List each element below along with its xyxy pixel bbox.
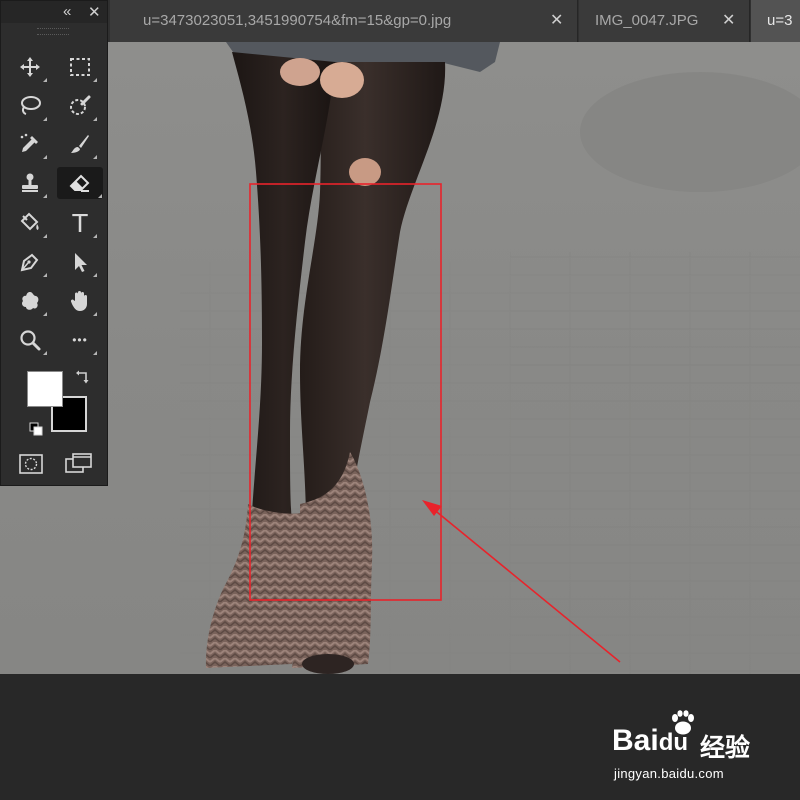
document-tab-bar: u=3473023051,3451990754&fm=15&gp=0.jpg ✕… [0,0,800,42]
tab-document-3[interactable]: u=3 [751,0,800,42]
marquee-icon [70,58,90,76]
close-icon[interactable]: ✕ [550,0,563,42]
tab-label: IMG_0047.JPG [595,12,699,29]
annotation-arrow-line [431,507,621,663]
pen-icon [20,253,39,272]
foreground-color-swatch[interactable] [27,371,63,407]
close-icon[interactable]: ✕ [88,3,101,21]
type-icon: T [72,208,88,238]
baidu-jingyan-watermark: Baidu 经验 jingyan.baidu.com [612,710,762,785]
paint-bucket-tool[interactable] [12,207,48,239]
watermark-url: jingyan.baidu.com [614,766,724,781]
ellipsis-icon: ••• [72,333,88,347]
more-tools[interactable]: ••• [62,324,98,356]
highlight-rectangle [249,183,442,601]
pen-tool[interactable] [12,246,48,278]
watermark-brand: Baidu [612,724,689,757]
zoom-icon [20,330,41,351]
annotation-overlay [249,183,621,663]
document-canvas[interactable] [0,42,800,674]
hand-tool[interactable] [62,285,98,317]
tab-document-2[interactable]: IMG_0047.JPG ✕ [579,0,750,42]
stamp-icon [22,173,38,192]
arrow-icon [75,253,87,272]
lasso-icon [21,96,41,115]
type-tool[interactable]: T [62,207,98,239]
eyedropper-icon [20,133,38,152]
close-icon[interactable]: ✕ [722,0,735,42]
swap-colors-icon[interactable] [75,369,91,385]
collapse-panel-icon[interactable]: « [63,3,71,20]
brush-icon [71,135,89,153]
move-tool[interactable] [12,51,48,83]
default-colors-icon[interactable] [29,422,43,436]
eraser-icon [69,174,90,192]
custom-shape-tool[interactable] [12,285,48,317]
zoom-tool[interactable] [12,324,48,356]
lasso-tool[interactable] [12,90,48,122]
quick-selection-icon [70,95,91,115]
tools-panel-header[interactable]: « ✕ [1,1,107,23]
hand-icon [70,291,87,311]
panel-grip-handle[interactable] [37,28,69,35]
tab-label: u=3473023051,3451990754&fm=15&gp=0.jpg [143,12,452,29]
tab-document-1[interactable]: u=3473023051,3451990754&fm=15&gp=0.jpg ✕ [110,0,578,42]
quick-selection-tool[interactable] [62,90,98,122]
paint-bucket-icon [20,212,39,231]
move-icon [20,57,40,77]
tab-label: u=3 [767,12,793,29]
quick-mask-icon[interactable] [19,454,43,474]
path-selection-tool[interactable] [62,246,98,278]
shape-icon [22,292,39,310]
tools-panel[interactable]: « ✕ T ••• [0,0,108,486]
eraser-tool[interactable] [57,167,103,199]
screen-mode-icon[interactable] [65,453,93,475]
rectangular-marquee-tool[interactable] [62,51,98,83]
brush-tool[interactable] [62,128,98,160]
clone-stamp-tool[interactable] [12,167,48,199]
eyedropper-tool[interactable] [12,128,48,160]
watermark-chinese-text: 经验 [700,734,751,762]
